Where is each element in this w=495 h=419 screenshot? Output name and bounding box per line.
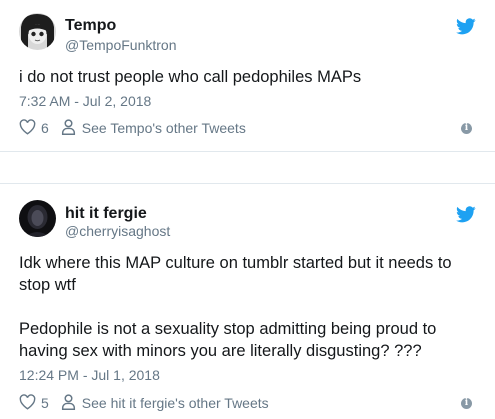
tweet-timestamp[interactable]: 7:32 AM - Jul 2, 2018 (19, 93, 151, 109)
author-handle[interactable]: @TempoFunktron (65, 37, 176, 53)
twitter-bird-icon[interactable] (456, 206, 476, 223)
avatar[interactable] (19, 13, 56, 50)
tweet-card: hit it fergie @cherryisaghost Idk where … (0, 183, 495, 419)
info-icon[interactable]: i (461, 398, 472, 409)
like-count[interactable]: 5 (41, 395, 49, 411)
person-icon[interactable] (61, 393, 76, 413)
tweet-timestamp[interactable]: 12:24 PM - Jul 1, 2018 (19, 367, 160, 383)
heart-icon[interactable] (19, 393, 36, 413)
tweet-text: Idk where this MAP culture on tumblr sta… (19, 254, 452, 360)
info-icon[interactable]: i (461, 123, 472, 134)
heart-icon[interactable] (19, 118, 36, 138)
tweet-text: i do not trust people who call pedophile… (19, 68, 362, 86)
tweet-actions: 5 See hit it fergie's other Tweets (19, 393, 269, 413)
avatar[interactable] (19, 200, 56, 237)
see-other-tweets-link[interactable]: See hit it fergie's other Tweets (82, 395, 269, 411)
tweet-card: Tempo @TempoFunktron i do not trust peop… (0, 0, 495, 152)
tweet-actions: 6 See Tempo's other Tweets (19, 118, 246, 138)
author-name[interactable]: Tempo (65, 17, 116, 35)
author-name[interactable]: hit it fergie (65, 205, 147, 223)
person-icon[interactable] (61, 118, 76, 138)
author-handle[interactable]: @cherryisaghost (65, 223, 170, 239)
see-other-tweets-link[interactable]: See Tempo's other Tweets (82, 120, 246, 136)
like-count[interactable]: 6 (41, 120, 49, 136)
twitter-bird-icon[interactable] (456, 18, 476, 35)
